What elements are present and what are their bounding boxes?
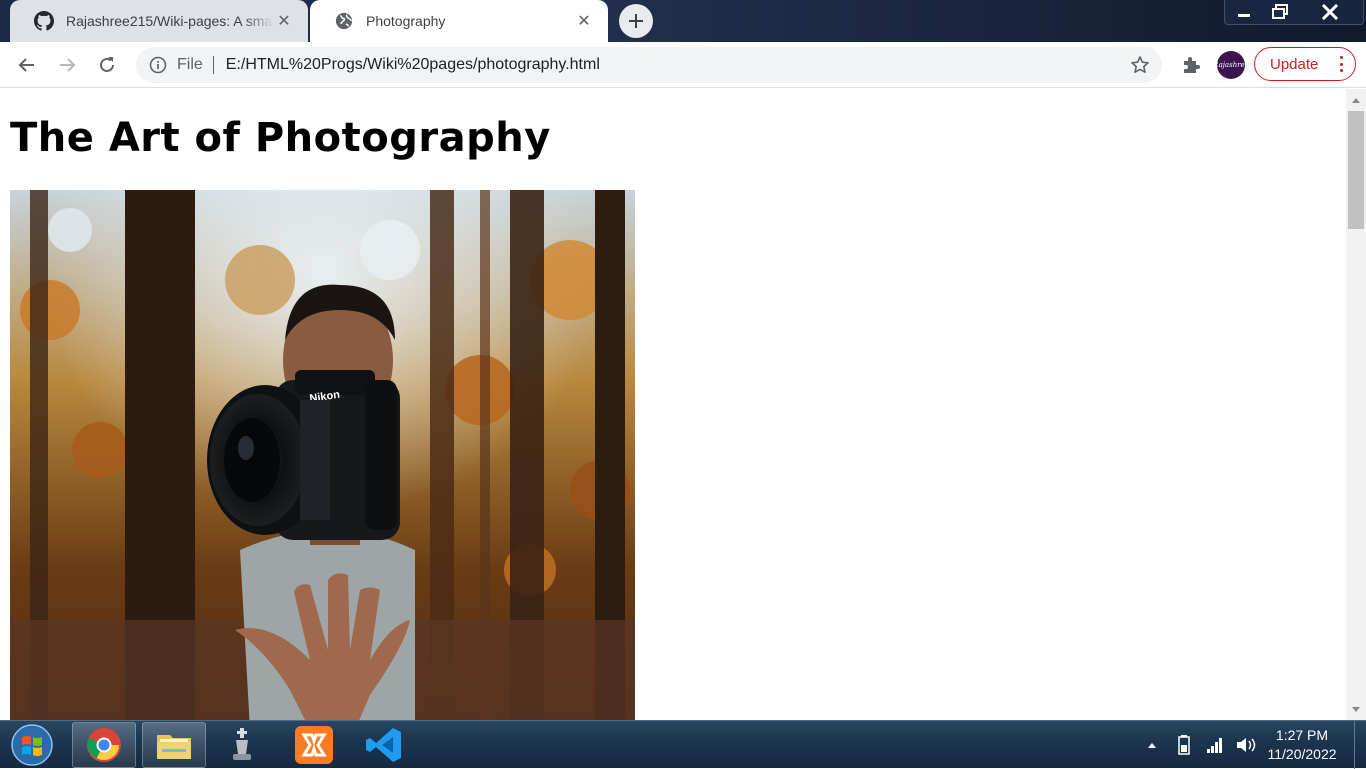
forward-button[interactable] — [52, 50, 82, 80]
tab-strip: Rajashree215/Wiki-pages: A small ✕ Photo… — [0, 0, 1366, 42]
taskbar-chrome[interactable] — [72, 722, 136, 768]
volume-tray[interactable] — [1234, 721, 1258, 769]
update-label: Update — [1270, 55, 1319, 73]
page-scrollbar[interactable] — [1346, 89, 1366, 720]
profile-avatar[interactable]: Rajashree — [1217, 51, 1245, 79]
url-text[interactable]: E:/HTML%20Progs/Wiki%20pages/photography… — [226, 56, 1128, 74]
globe-icon — [334, 11, 354, 31]
taskbar-file-explorer[interactable] — [142, 722, 206, 768]
puzzle-icon — [1184, 57, 1200, 73]
browser-toolbar: File E:/HTML%20Progs/Wiki%20pages/photog… — [0, 42, 1366, 88]
xampp-icon — [295, 726, 333, 764]
photography-image: Nikon — [10, 190, 635, 720]
system-clock[interactable]: 1:27 PM 11/20/2022 — [1262, 726, 1342, 764]
start-button[interactable] — [8, 723, 56, 767]
taskbar-xampp[interactable] — [282, 722, 346, 768]
show-hidden-icons-button[interactable] — [1144, 721, 1160, 769]
tab-title: Rajashree215/Wiki-pages: A small — [66, 13, 274, 29]
clock-date: 11/20/2022 — [1267, 746, 1337, 762]
windows-start-orb-icon — [11, 724, 53, 766]
minimize-icon — [1237, 14, 1250, 17]
tab-title: Photography — [366, 13, 446, 29]
battery-tray[interactable] — [1174, 721, 1194, 769]
windows-taskbar: 1:27 PM 11/20/2022 — [0, 720, 1366, 769]
page-heading: The Art of Photography — [10, 115, 551, 161]
vscode-icon — [366, 728, 401, 762]
scroll-up-icon[interactable] — [1346, 91, 1366, 108]
speaker-icon — [1237, 738, 1256, 752]
close-window-button[interactable] — [1298, 0, 1362, 24]
close-icon — [1321, 4, 1339, 20]
bookmark-star-icon[interactable] — [1128, 53, 1152, 77]
more-vert-icon[interactable] — [1339, 56, 1343, 72]
reload-button[interactable] — [92, 50, 122, 80]
clock-time: 1:27 PM — [1275, 727, 1329, 743]
taskbar-vscode[interactable] — [352, 722, 416, 768]
page-viewport: The Art of Photography Nikon — [0, 89, 1346, 720]
restore-icon — [1271, 4, 1288, 19]
close-tab-icon[interactable]: ✕ — [274, 11, 294, 31]
profile-label: Rajashree — [1217, 61, 1245, 69]
scroll-down-icon[interactable] — [1346, 701, 1366, 718]
reload-icon — [100, 57, 114, 72]
scroll-thumb[interactable] — [1348, 111, 1364, 229]
chess-king-icon — [233, 728, 251, 760]
close-tab-icon[interactable]: ✕ — [574, 11, 594, 31]
arrow-left-icon — [18, 58, 34, 72]
address-bar[interactable]: File E:/HTML%20Progs/Wiki%20pages/photog… — [136, 47, 1162, 83]
plus-icon — [629, 14, 643, 28]
chrome-icon — [87, 728, 121, 762]
folder-icon — [157, 735, 191, 759]
tab-photography[interactable]: Photography ✕ — [310, 0, 608, 42]
github-icon — [34, 11, 54, 31]
scheme-divider — [212, 56, 214, 74]
update-button[interactable]: Update — [1254, 47, 1356, 81]
show-desktop-button[interactable] — [1354, 721, 1366, 769]
network-tray[interactable] — [1204, 721, 1226, 769]
chevron-up-icon — [1148, 743, 1156, 748]
signal-bars-icon — [1207, 738, 1222, 753]
scheme-label: File — [177, 56, 203, 73]
arrow-right-icon — [60, 58, 76, 72]
extensions-button[interactable] — [1176, 50, 1206, 80]
back-button[interactable] — [12, 50, 42, 80]
info-icon[interactable] — [148, 55, 168, 75]
restore-button[interactable] — [1262, 0, 1297, 24]
new-tab-button[interactable] — [619, 4, 653, 38]
tab-github-repo[interactable]: Rajashree215/Wiki-pages: A small ✕ — [10, 0, 308, 42]
minimize-button[interactable] — [1226, 0, 1261, 24]
battery-icon — [1178, 735, 1190, 755]
taskbar-chess[interactable] — [210, 722, 274, 768]
